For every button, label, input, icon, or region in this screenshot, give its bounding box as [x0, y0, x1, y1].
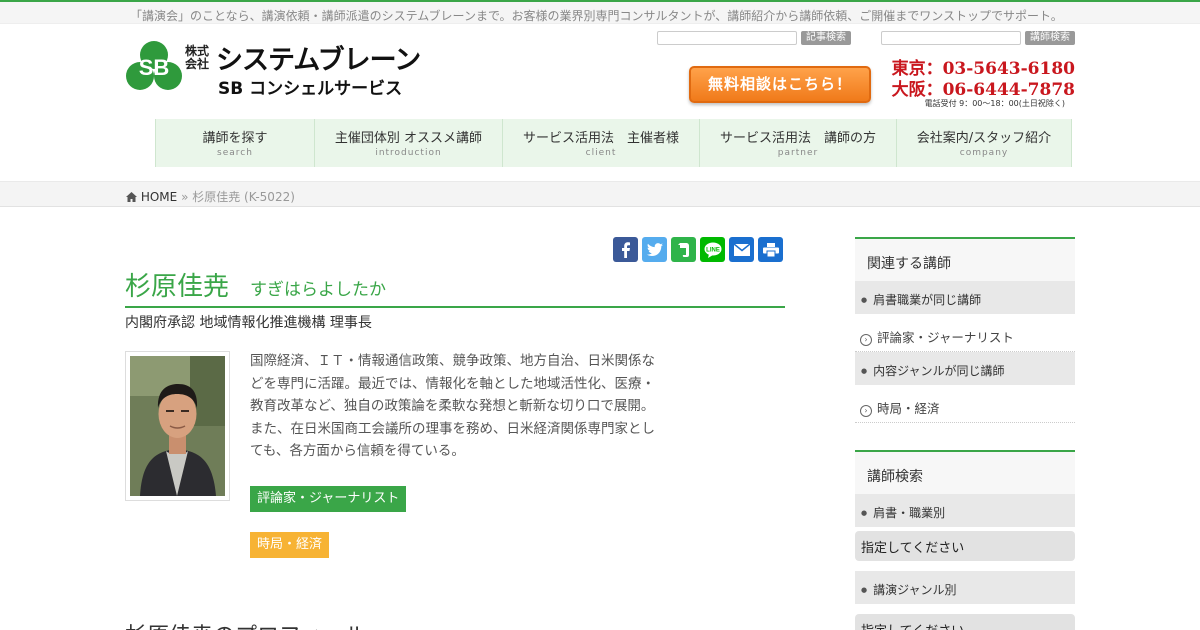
article-search-input[interactable] — [657, 31, 797, 45]
sidebar-link-label: 評論家・ジャーナリスト — [877, 330, 1014, 345]
logo-company-type: 株式会社 — [184, 44, 209, 71]
speaker-photo — [125, 351, 230, 501]
speaker-title: 内閣府承認 地域情報化推進機構 理事長 — [125, 315, 372, 331]
sidebar-by-title-label: 肩書・職業別 — [855, 494, 1075, 527]
sidebar-related-title: 関連する講師 — [855, 237, 1075, 281]
home-icon — [126, 192, 137, 202]
breadcrumb-current: 杉原佳尭 (K-5022) — [192, 190, 295, 204]
site-logo[interactable]: SB 株式会社 システムブレーン SB コンシェルサービス — [126, 38, 421, 99]
facebook-icon[interactable] — [613, 237, 638, 262]
evernote-icon[interactable] — [671, 237, 696, 262]
mail-icon[interactable] — [729, 237, 754, 262]
sidebar-link-label: 時局・経済 — [877, 401, 940, 416]
chevron-right-icon: › — [860, 334, 872, 346]
free-consultation-button[interactable]: 無料相談はこちら！ — [689, 66, 871, 103]
phone-hours: 電話受付 9：00～18：00(土日祝除く) — [924, 99, 1065, 108]
genre-select[interactable]: 指定してください — [855, 614, 1075, 630]
category-tag[interactable]: 評論家・ジャーナリスト — [250, 486, 407, 512]
speaker-name-kana: すぎはらよしたか — [250, 280, 386, 300]
site-tagline: 「講演会」のことなら、講演依頼・講師派遣のシステムブレーンまで。お客様の業界別専… — [130, 9, 1063, 23]
nav-item-label: 講師を探す — [202, 131, 268, 146]
speaker-name-row: 杉原佳尭 すぎはらよしたか — [125, 266, 785, 308]
bio-line: どを専門に活躍。最近では、情報化を軸とした地域活性化、医療・ — [250, 375, 655, 392]
nav-item-label: サービス活用法 主催者様 — [522, 131, 679, 146]
breadcrumb-trail: HOME » 杉原佳尭 (K-5022) — [126, 188, 295, 205]
print-icon[interactable] — [758, 237, 783, 262]
nav-item-search[interactable]: 講師を探す search — [156, 119, 315, 167]
sidebar-by-genre-label: 講演ジャンル別 — [855, 571, 1075, 604]
nav-item-introduction[interactable]: 主催団体別 オススメ講師 introduction — [315, 119, 503, 167]
main-nav: 講師を探す search 主催団体別 オススメ講師 introduction サ… — [155, 119, 1072, 167]
breadcrumb-home-link[interactable]: HOME — [141, 190, 177, 204]
nav-item-partner[interactable]: サービス活用法 講師の方 partner — [700, 119, 897, 167]
profile-section-heading: 杉原佳尭のプロフィール — [125, 618, 367, 630]
bio-line: また、在日米国商工会議所の理事を務め、日米経済関係専門家とし — [250, 420, 655, 437]
sidebar-link-same-title[interactable]: › 評論家・ジャーナリスト — [855, 314, 1075, 352]
nav-item-label: 会社案内/スタッフ紹介 — [916, 131, 1052, 146]
svg-text:LINE: LINE — [706, 247, 720, 253]
nav-item-company[interactable]: 会社案内/スタッフ紹介 company — [897, 119, 1071, 167]
svg-text:SB: SB — [139, 55, 170, 80]
speaker-search-button[interactable]: 講師検索 — [1025, 31, 1075, 45]
share-buttons: LINE — [613, 237, 783, 262]
breadcrumb-separator: » — [181, 190, 189, 204]
breadcrumb: HOME » 杉原佳尭 (K-5022) — [0, 181, 1200, 207]
sidebar-search: 講師検索 肩書・職業別 指定してください 講演ジャンル別 指定してください — [855, 450, 1075, 630]
title-select[interactable]: 指定してください — [855, 531, 1075, 561]
sidebar-link-same-genre[interactable]: › 時局・経済 — [855, 385, 1075, 423]
speaker-name: 杉原佳尭 — [125, 272, 230, 302]
nav-item-sublabel: company — [959, 148, 1009, 158]
nav-item-client[interactable]: サービス活用法 主催者様 client — [503, 119, 700, 167]
nav-item-sublabel: client — [585, 148, 617, 158]
sidebar-search-title: 講師検索 — [855, 450, 1075, 494]
nav-item-sublabel: partner — [777, 148, 819, 158]
logo-subtitle: SB コンシェルサービス — [218, 79, 403, 99]
sidebar-related: 関連する講師 肩書職業が同じ講師 › 評論家・ジャーナリスト 内容ジャンルが同じ講… — [855, 237, 1075, 423]
speaker-bio: 国際経済、ＩＴ・情報通信政策、競争政策、地方自治、日米関係な どを専門に活躍。最… — [250, 350, 678, 463]
speaker-search-input[interactable] — [881, 31, 1021, 45]
osaka-phone[interactable]: 大阪：06-6444-7878 — [892, 75, 1075, 100]
sidebar-same-title-label: 肩書職業が同じ講師 — [855, 281, 1075, 314]
nav-item-sublabel: search — [217, 148, 253, 158]
tagline-bar: 「講演会」のことなら、講演依頼・講師派遣のシステムブレーンまで。お客様の業界別専… — [0, 2, 1200, 24]
article-search-button[interactable]: 記事検索 — [801, 31, 851, 45]
line-icon[interactable]: LINE — [700, 237, 725, 262]
bio-line: 国際経済、ＩＴ・情報通信政策、競争政策、地方自治、日米関係な — [250, 353, 655, 369]
nav-item-sublabel: introduction — [375, 148, 442, 158]
nav-item-label: サービス活用法 講師の方 — [719, 131, 876, 146]
twitter-icon[interactable] — [642, 237, 667, 262]
speaker-portrait-image — [130, 356, 225, 496]
bio-line: 教育改革など、独自の政策論を柔軟な発想と斬新な切り口で展開。 — [250, 398, 655, 414]
logo-company-name: システムブレーン — [216, 45, 421, 76]
bio-line: ても、各方面から信頼を得ている。 — [250, 443, 465, 459]
sidebar-same-genre-label: 内容ジャンルが同じ講師 — [855, 352, 1075, 385]
logo-mark-icon: SB — [126, 41, 182, 90]
nav-item-label: 主催団体別 オススメ講師 — [334, 131, 483, 146]
genre-tag[interactable]: 時局・経済 — [250, 532, 330, 558]
chevron-right-icon: › — [860, 405, 872, 417]
